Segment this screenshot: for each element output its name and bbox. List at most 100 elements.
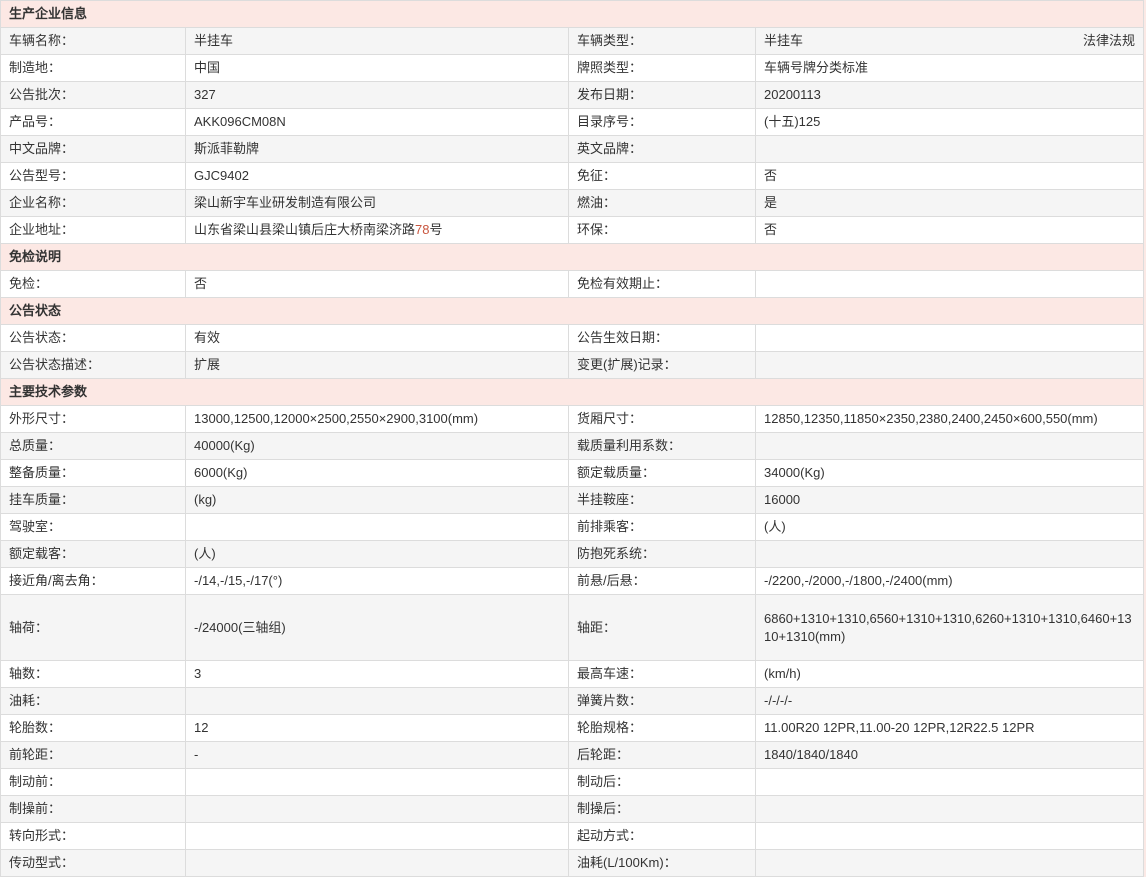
field-label: 车辆类型： (569, 28, 756, 55)
section-title: 免检说明 (1, 244, 1144, 271)
field-value: -/2200,-/2000,-/1800,-/2400(mm) (756, 568, 1144, 595)
table-row: 轴荷：-/24000(三轴组)轴距：6860+1310+1310,6560+13… (1, 595, 1144, 661)
address-highlight: 78 (415, 222, 429, 237)
field-value-text: (十五)125 (764, 114, 820, 129)
table-row: 公告状态：有效公告生效日期： (1, 325, 1144, 352)
field-value-text: 半挂车 (764, 33, 803, 48)
table-row: 中文品牌：斯派菲勒牌英文品牌： (1, 136, 1144, 163)
field-value: 否 (756, 163, 1144, 190)
field-label: 发布日期： (569, 82, 756, 109)
field-label: 载质量利用系数： (569, 433, 756, 460)
field-value: 中国 (186, 55, 569, 82)
field-value: (人) (186, 541, 569, 568)
field-label: 油耗： (1, 688, 186, 715)
table-row: 制动前：制动后： (1, 769, 1144, 796)
table-row: 外形尺寸： 13000,12500,12000×2500,2550×2900,31… (1, 406, 1144, 433)
field-value: -/-/-/- (756, 688, 1144, 715)
field-label: 轮胎规格： (569, 715, 756, 742)
field-value-text: 否 (194, 276, 207, 291)
field-label: 变更(扩展)记录： (569, 352, 756, 379)
field-label: 起动方式： (569, 823, 756, 850)
field-label: 后轮距： (569, 742, 756, 769)
table-row: 公告状态描述：扩展变更(扩展)记录： (1, 352, 1144, 379)
field-label: 外形尺寸： (1, 406, 186, 433)
field-value: 梁山新宇车业研发制造有限公司 (186, 190, 569, 217)
field-value-text: 3 (194, 666, 201, 681)
field-value (756, 850, 1144, 877)
field-value (756, 271, 1144, 298)
field-value (756, 769, 1144, 796)
field-value-text: 11.00R20 12PR,11.00-20 12PR,12R22.5 12PR (764, 720, 1035, 735)
field-value (756, 796, 1144, 823)
field-value-text: 13000,12500,12000×2500,2550×2900,3100(mm… (194, 411, 478, 426)
field-value-text: (km/h) (764, 666, 801, 681)
field-value: 16000 (756, 487, 1144, 514)
table-row: 挂车质量：(kg)半挂鞍座：16000 (1, 487, 1144, 514)
field-value-text: 327 (194, 87, 216, 102)
field-value: 20200113 (756, 82, 1144, 109)
field-value-text: 16000 (764, 492, 800, 507)
field-value: 车辆号牌分类标准 (756, 55, 1144, 82)
field-label: 企业名称： (1, 190, 186, 217)
field-label: 前悬/后悬： (569, 568, 756, 595)
field-value-text: 半挂车 (194, 33, 233, 48)
address-text: 山东省梁山县梁山镇后庄大桥南梁济路 (194, 222, 415, 237)
field-value: 13000,12500,12000×2500,2550×2900,3100(mm… (186, 406, 569, 433)
field-value: 否 (756, 217, 1144, 244)
field-label: 公告型号： (1, 163, 186, 190)
field-label: 制动前： (1, 769, 186, 796)
field-label: 制操后： (569, 796, 756, 823)
field-value-text: 12 (194, 720, 208, 735)
laws-regulations-link[interactable]: 法律法规 (1083, 32, 1135, 50)
field-value-text: GJC9402 (194, 168, 249, 183)
field-value-text: 12850,12350,11850×2350,2380,2400,2450×60… (764, 411, 1098, 426)
field-value-text: (人) (194, 546, 216, 561)
field-value (756, 352, 1144, 379)
field-label: 免检： (1, 271, 186, 298)
field-label: 公告生效日期： (569, 325, 756, 352)
table-row: 车辆名称：半挂车车辆类型：法律法规半挂车 (1, 28, 1144, 55)
field-value-text: - (194, 747, 198, 762)
field-label: 总质量： (1, 433, 186, 460)
field-value: 40000(Kg) (186, 433, 569, 460)
field-value: (km/h) (756, 661, 1144, 688)
field-value-text: 有效 (194, 330, 220, 345)
field-value: 12 (186, 715, 569, 742)
field-label: 前排乘客： (569, 514, 756, 541)
field-value: 法律法规 半挂车 (756, 28, 1144, 55)
field-value (186, 823, 569, 850)
field-label: 环保： (569, 217, 756, 244)
field-value-text: 34000(Kg) (764, 465, 825, 480)
field-label: 轴荷： (1, 595, 186, 661)
field-value: 山东省梁山县梁山镇后庄大桥南梁济路78号 (186, 217, 569, 244)
field-value (756, 823, 1144, 850)
field-value-text: (人) (764, 519, 786, 534)
field-value: 6860+1310+1310,6560+1310+1310,6260+1310+… (756, 595, 1144, 661)
field-value: 扩展 (186, 352, 569, 379)
field-value (186, 514, 569, 541)
field-value: 是 (756, 190, 1144, 217)
field-value (756, 541, 1144, 568)
field-value: - (186, 742, 569, 769)
field-label: 驾驶室： (1, 514, 186, 541)
field-label: 英文品牌： (569, 136, 756, 163)
field-label: 货厢尺寸： (569, 406, 756, 433)
field-value-text: 40000(Kg) (194, 438, 255, 453)
field-label: 接近角/离去角： (1, 568, 186, 595)
field-value: 有效 (186, 325, 569, 352)
field-label: 轮胎数： (1, 715, 186, 742)
field-value: 斯派菲勒牌 (186, 136, 569, 163)
table-row: 接近角/离去角：-/14,-/15,-/17(°)前悬/后悬：-/2200,-/… (1, 568, 1144, 595)
field-label: 免检有效期止： (569, 271, 756, 298)
field-value: 6000(Kg) (186, 460, 569, 487)
address-text: 号 (429, 222, 442, 237)
field-label: 油耗(L/100Km)： (569, 850, 756, 877)
field-label: 传动型式： (1, 850, 186, 877)
field-value: 否 (186, 271, 569, 298)
field-label: 产品号： (1, 109, 186, 136)
table-row: 总质量： 40000(Kg) 载质量利用系数： (1, 433, 1144, 460)
field-value (186, 688, 569, 715)
table-row: 企业名称：梁山新宇车业研发制造有限公司燃油：是 (1, 190, 1144, 217)
field-value-text: 20200113 (764, 87, 821, 102)
table-row: 公告批次：327发布日期：20200113 (1, 82, 1144, 109)
